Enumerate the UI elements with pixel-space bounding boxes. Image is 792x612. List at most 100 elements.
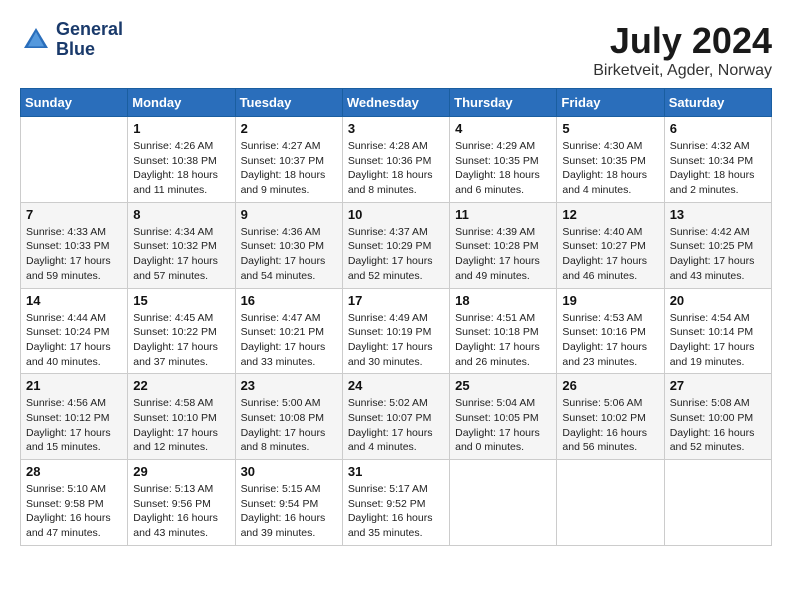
calendar-cell: 18 Sunrise: 4:51 AM Sunset: 10:18 PM Dayl…: [450, 288, 557, 374]
calendar-cell: [557, 460, 664, 546]
day-info: Sunrise: 4:39 AM Sunset: 10:28 PM Daylig…: [455, 225, 551, 284]
calendar-cell: 12 Sunrise: 4:40 AM Sunset: 10:27 PM Dayl…: [557, 202, 664, 288]
day-number: 3: [348, 121, 444, 136]
day-info: Sunrise: 5:15 AM Sunset: 9:54 PM Dayligh…: [241, 482, 337, 541]
day-number: 12: [562, 207, 658, 222]
day-info: Sunrise: 5:06 AM Sunset: 10:02 PM Daylig…: [562, 396, 658, 455]
calendar-cell: 31 Sunrise: 5:17 AM Sunset: 9:52 PM Dayli…: [342, 460, 449, 546]
day-number: 18: [455, 293, 551, 308]
day-info: Sunrise: 5:13 AM Sunset: 9:56 PM Dayligh…: [133, 482, 229, 541]
calendar-cell: 9 Sunrise: 4:36 AM Sunset: 10:30 PM Dayli…: [235, 202, 342, 288]
day-info: Sunrise: 4:26 AM Sunset: 10:38 PM Daylig…: [133, 139, 229, 198]
weekday-header-tuesday: Tuesday: [235, 89, 342, 117]
day-number: 6: [670, 121, 766, 136]
calendar-cell: 26Sunrise: 5:06 AM Sunset: 10:02 PM Dayl…: [557, 374, 664, 460]
month-title: July 2024: [593, 20, 772, 62]
day-number: 29: [133, 464, 229, 479]
calendar-cell: 19 Sunrise: 4:53 AM Sunset: 10:16 PM Dayl…: [557, 288, 664, 374]
weekday-header-saturday: Saturday: [664, 89, 771, 117]
weekday-header-friday: Friday: [557, 89, 664, 117]
day-info: Sunrise: 4:33 AM Sunset: 10:33 PM Daylig…: [26, 225, 122, 284]
location: Birketveit, Agder, Norway: [593, 62, 772, 80]
day-info: Sunrise: 4:40 AM Sunset: 10:27 PM Daylig…: [562, 225, 658, 284]
week-row-4: 21 Sunrise: 4:56 AM Sunset: 10:12 PM Dayl…: [21, 374, 772, 460]
day-info: Sunrise: 4:30 AM Sunset: 10:35 PM Daylig…: [562, 139, 658, 198]
day-number: 19: [562, 293, 658, 308]
day-info: Sunrise: 4:34 AM Sunset: 10:32 PM Daylig…: [133, 225, 229, 284]
calendar-cell: 25 Sunrise: 5:04 AM Sunset: 10:05 PM Dayl…: [450, 374, 557, 460]
day-number: 1: [133, 121, 229, 136]
logo-icon: [20, 24, 52, 56]
calendar-cell: 1 Sunrise: 4:26 AM Sunset: 10:38 PM Dayli…: [128, 117, 235, 203]
day-number: 9: [241, 207, 337, 222]
day-number: 20: [670, 293, 766, 308]
weekday-header-thursday: Thursday: [450, 89, 557, 117]
day-info: Sunrise: 5:10 AM Sunset: 9:58 PM Dayligh…: [26, 482, 122, 541]
calendar-cell: [21, 117, 128, 203]
day-number: 10: [348, 207, 444, 222]
day-info: Sunrise: 4:32 AM Sunset: 10:34 PM Daylig…: [670, 139, 766, 198]
day-info: Sunrise: 4:49 AM Sunset: 10:19 PM Daylig…: [348, 311, 444, 370]
week-row-3: 14Sunrise: 4:44 AM Sunset: 10:24 PM Dayl…: [21, 288, 772, 374]
day-number: 24: [348, 378, 444, 393]
day-info: Sunrise: 5:04 AM Sunset: 10:05 PM Daylig…: [455, 396, 551, 455]
calendar-cell: 22 Sunrise: 4:58 AM Sunset: 10:10 PM Dayl…: [128, 374, 235, 460]
day-number: 4: [455, 121, 551, 136]
calendar-cell: 4 Sunrise: 4:29 AM Sunset: 10:35 PM Dayli…: [450, 117, 557, 203]
day-number: 13: [670, 207, 766, 222]
day-info: Sunrise: 4:58 AM Sunset: 10:10 PM Daylig…: [133, 396, 229, 455]
day-info: Sunrise: 4:51 AM Sunset: 10:18 PM Daylig…: [455, 311, 551, 370]
day-info: Sunrise: 4:27 AM Sunset: 10:37 PM Daylig…: [241, 139, 337, 198]
day-info: Sunrise: 4:28 AM Sunset: 10:36 PM Daylig…: [348, 139, 444, 198]
week-row-5: 28Sunrise: 5:10 AM Sunset: 9:58 PM Dayli…: [21, 460, 772, 546]
day-info: Sunrise: 4:54 AM Sunset: 10:14 PM Daylig…: [670, 311, 766, 370]
day-info: Sunrise: 4:37 AM Sunset: 10:29 PM Daylig…: [348, 225, 444, 284]
day-number: 8: [133, 207, 229, 222]
title-block: July 2024 Birketveit, Agder, Norway: [593, 20, 772, 80]
calendar-cell: 5 Sunrise: 4:30 AM Sunset: 10:35 PM Dayli…: [557, 117, 664, 203]
day-info: Sunrise: 4:42 AM Sunset: 10:25 PM Daylig…: [670, 225, 766, 284]
day-number: 5: [562, 121, 658, 136]
calendar-cell: 13 Sunrise: 4:42 AM Sunset: 10:25 PM Dayl…: [664, 202, 771, 288]
day-number: 22: [133, 378, 229, 393]
day-info: Sunrise: 4:47 AM Sunset: 10:21 PM Daylig…: [241, 311, 337, 370]
calendar-cell: 28Sunrise: 5:10 AM Sunset: 9:58 PM Dayli…: [21, 460, 128, 546]
weekday-header-row: SundayMondayTuesdayWednesdayThursdayFrid…: [21, 89, 772, 117]
day-info: Sunrise: 4:53 AM Sunset: 10:16 PM Daylig…: [562, 311, 658, 370]
day-info: Sunrise: 4:44 AM Sunset: 10:24 PM Daylig…: [26, 311, 122, 370]
calendar-cell: 15Sunrise: 4:45 AM Sunset: 10:22 PM Dayl…: [128, 288, 235, 374]
day-number: 16: [241, 293, 337, 308]
calendar-cell: 14Sunrise: 4:44 AM Sunset: 10:24 PM Dayl…: [21, 288, 128, 374]
logo: General Blue: [20, 20, 123, 60]
week-row-1: 1 Sunrise: 4:26 AM Sunset: 10:38 PM Dayli…: [21, 117, 772, 203]
calendar-cell: 27Sunrise: 5:08 AM Sunset: 10:00 PM Dayl…: [664, 374, 771, 460]
calendar-cell: 7 Sunrise: 4:33 AM Sunset: 10:33 PM Dayli…: [21, 202, 128, 288]
day-number: 21: [26, 378, 122, 393]
weekday-header-sunday: Sunday: [21, 89, 128, 117]
calendar-cell: [664, 460, 771, 546]
day-info: Sunrise: 4:29 AM Sunset: 10:35 PM Daylig…: [455, 139, 551, 198]
day-number: 17: [348, 293, 444, 308]
day-info: Sunrise: 5:00 AM Sunset: 10:08 PM Daylig…: [241, 396, 337, 455]
calendar-cell: 6 Sunrise: 4:32 AM Sunset: 10:34 PM Dayli…: [664, 117, 771, 203]
calendar-cell: 24 Sunrise: 5:02 AM Sunset: 10:07 PM Dayl…: [342, 374, 449, 460]
weekday-header-monday: Monday: [128, 89, 235, 117]
day-number: 31: [348, 464, 444, 479]
day-info: Sunrise: 5:17 AM Sunset: 9:52 PM Dayligh…: [348, 482, 444, 541]
day-number: 7: [26, 207, 122, 222]
day-info: Sunrise: 4:45 AM Sunset: 10:22 PM Daylig…: [133, 311, 229, 370]
calendar-cell: 16 Sunrise: 4:47 AM Sunset: 10:21 PM Dayl…: [235, 288, 342, 374]
calendar-cell: [450, 460, 557, 546]
day-number: 27: [670, 378, 766, 393]
day-info: Sunrise: 4:56 AM Sunset: 10:12 PM Daylig…: [26, 396, 122, 455]
day-number: 25: [455, 378, 551, 393]
page-header: General Blue July 2024 Birketveit, Agder…: [20, 20, 772, 80]
calendar-cell: 29 Sunrise: 5:13 AM Sunset: 9:56 PM Dayli…: [128, 460, 235, 546]
day-info: Sunrise: 5:02 AM Sunset: 10:07 PM Daylig…: [348, 396, 444, 455]
calendar-cell: 30 Sunrise: 5:15 AM Sunset: 9:54 PM Dayli…: [235, 460, 342, 546]
calendar-cell: 10 Sunrise: 4:37 AM Sunset: 10:29 PM Dayl…: [342, 202, 449, 288]
weekday-header-wednesday: Wednesday: [342, 89, 449, 117]
day-number: 30: [241, 464, 337, 479]
calendar-cell: 3 Sunrise: 4:28 AM Sunset: 10:36 PM Dayli…: [342, 117, 449, 203]
day-info: Sunrise: 4:36 AM Sunset: 10:30 PM Daylig…: [241, 225, 337, 284]
